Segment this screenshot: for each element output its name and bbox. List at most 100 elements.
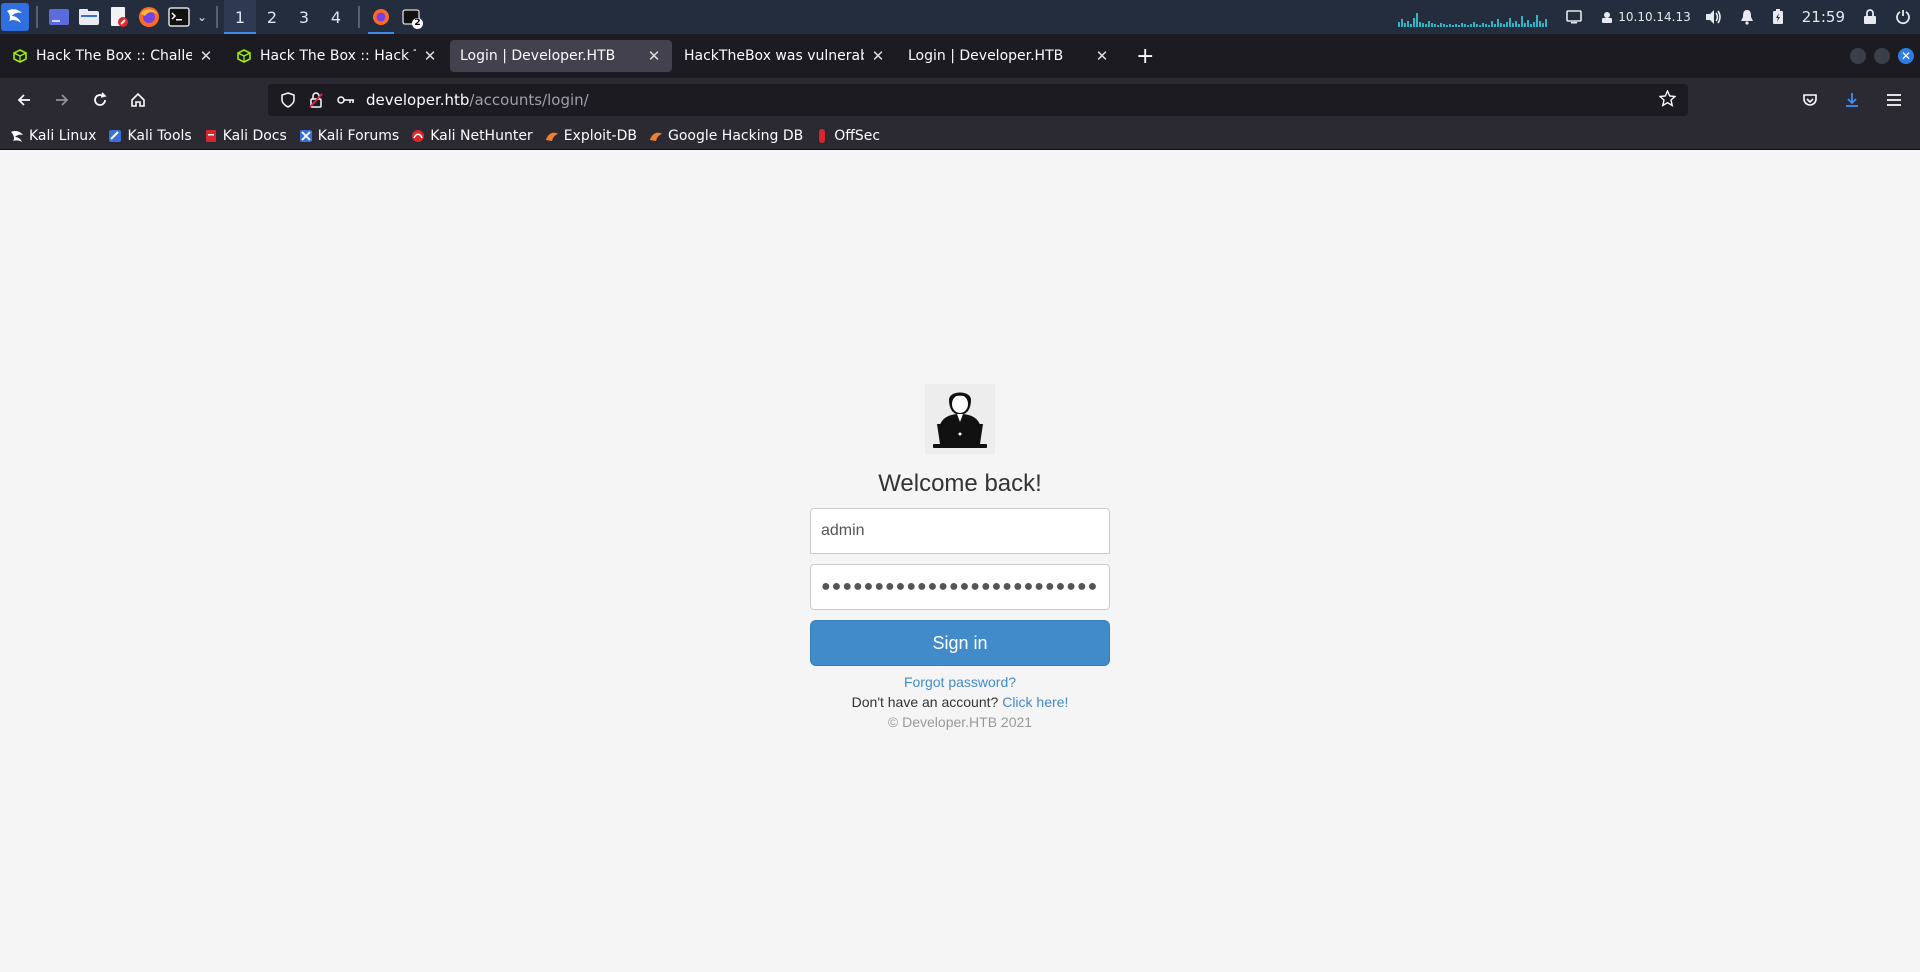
desktop-icon — [49, 9, 69, 25]
minimize-window-button[interactable] — [1850, 48, 1866, 64]
folder-icon — [79, 9, 99, 25]
taskbar-firefox-window[interactable] — [366, 0, 396, 34]
display-button[interactable] — [1557, 0, 1591, 34]
bookmark-kali-forums[interactable]: Kali Forums — [299, 128, 399, 144]
workspace-4-button[interactable]: 4 — [320, 0, 352, 34]
workspace-label: 3 — [298, 7, 310, 27]
reload-icon — [94, 92, 107, 106]
firefox-icon — [373, 9, 389, 25]
user-at-laptop-icon — [925, 384, 995, 454]
bookmark-google-hacking-db[interactable]: Google Hacking DB — [649, 128, 803, 144]
bookmark-label: Kali Docs — [222, 127, 287, 144]
bookmark-kali-docs[interactable]: Kali Docs — [204, 128, 287, 144]
file-manager-button[interactable] — [74, 0, 104, 34]
bookmark-exploit-db[interactable]: Exploit-DB — [545, 128, 637, 144]
tab-title: Hack The Box :: Hack The B — [260, 48, 416, 64]
terminal-launcher-button[interactable] — [164, 0, 194, 34]
arrow-right-icon — [56, 94, 69, 106]
bookmarks-toolbar: Kali Linux Kali Tools Kali Docs Kali For… — [0, 122, 1920, 150]
key-icon[interactable] — [334, 94, 358, 106]
exploit-db-icon — [649, 129, 663, 143]
tab-developer-login-active[interactable]: Login | Developer.HTB ✕ — [450, 40, 672, 72]
workspace-2-button[interactable]: 2 — [256, 0, 288, 34]
htb-cube-icon — [236, 48, 252, 64]
tab-title: HackTheBox was vulnerable t — [684, 48, 864, 64]
bookmark-kali-nethunter[interactable]: Kali NetHunter — [411, 128, 533, 144]
insecure-lock-icon[interactable] — [304, 92, 328, 108]
page-viewport: Welcome back! Sign in Forgot password? D… — [0, 151, 1920, 972]
close-tab-icon[interactable]: ✕ — [198, 47, 214, 65]
workspace-label: 1 — [234, 7, 246, 27]
battery-indicator[interactable] — [1763, 0, 1793, 34]
bookmark-label: Kali Forums — [317, 127, 400, 144]
vpn-ip-text: 10.10.14.13 — [1618, 10, 1691, 24]
display-icon — [1566, 10, 1583, 24]
clock[interactable]: 21:59 — [1793, 0, 1854, 34]
system-tray: 10.10.14.13 21:59 — [1398, 0, 1920, 34]
workspace-3-button[interactable]: 3 — [288, 0, 320, 34]
kali-docs-icon — [204, 129, 218, 143]
close-tab-icon[interactable]: ✕ — [646, 47, 662, 65]
bookmark-kali-linux[interactable]: Kali Linux — [10, 128, 96, 144]
app-menu-button[interactable] — [1878, 84, 1910, 116]
taskbar-terminal-window[interactable]: 2 — [396, 0, 426, 34]
tab-htb-challenges[interactable]: Hack The Box :: Challenge ✕ — [2, 40, 224, 72]
show-desktop-button[interactable] — [44, 0, 74, 34]
maximize-window-button[interactable] — [1874, 48, 1890, 64]
copyright-text: © Developer.HTB 2021 — [887, 714, 1033, 730]
panel-separator — [216, 6, 218, 28]
signup-link[interactable]: Click here! — [1002, 694, 1068, 710]
text-editor-button[interactable] — [104, 0, 134, 34]
volume-button[interactable] — [1695, 0, 1731, 34]
terminal-icon — [168, 7, 190, 27]
toolbar-right-buttons — [1794, 84, 1910, 116]
bookmark-star-icon[interactable] — [1658, 89, 1677, 111]
tab-developer-login[interactable]: Login | Developer.HTB ✕ — [898, 40, 1120, 72]
forgot-password-link[interactable]: Forgot password? — [810, 674, 1110, 690]
vpn-indicator[interactable]: 10.10.14.13 — [1591, 0, 1695, 34]
lock-screen-button[interactable] — [1854, 0, 1886, 34]
bookmark-label: Kali Linux — [29, 127, 97, 144]
close-window-button[interactable]: ✕ — [1898, 48, 1914, 64]
home-button[interactable] — [122, 84, 154, 116]
password-input[interactable] — [810, 564, 1110, 610]
bookmark-label: Exploit-DB — [563, 127, 637, 144]
kali-menu-button[interactable] — [0, 0, 30, 34]
offsec-icon — [815, 128, 829, 143]
close-tab-icon[interactable]: ✕ — [422, 47, 438, 65]
tab-htb-machines[interactable]: Hack The Box :: Hack The B ✕ — [226, 40, 448, 72]
url-path-text: /accounts/login/ — [469, 91, 589, 109]
address-bar[interactable]: developer.htb/accounts/login/ — [268, 84, 1688, 116]
tab-htb-vulnerable[interactable]: HackTheBox was vulnerable t ✕ — [674, 40, 896, 72]
battery-charging-icon — [1772, 9, 1783, 24]
pocket-button[interactable] — [1794, 84, 1826, 116]
no-account-text: Don't have an account? — [851, 694, 999, 710]
notifications-button[interactable] — [1731, 0, 1763, 34]
reload-button[interactable] — [84, 84, 116, 116]
sign-in-button[interactable]: Sign in — [810, 620, 1110, 666]
back-button[interactable] — [8, 84, 40, 116]
close-tab-icon[interactable]: ✕ — [870, 47, 886, 65]
workspace-label: 4 — [330, 7, 342, 27]
username-input[interactable] — [810, 508, 1110, 554]
logout-button[interactable] — [1886, 0, 1920, 34]
workspace-1-button[interactable]: 1 — [224, 0, 256, 34]
firefox-launcher-button[interactable] — [134, 0, 164, 34]
close-tab-icon[interactable]: ✕ — [1094, 47, 1110, 65]
htb-cube-icon — [12, 48, 28, 64]
kali-tools-icon — [108, 129, 122, 143]
launcher-dropdown-button[interactable]: ⌄ — [194, 0, 210, 34]
tracking-protection-shield-icon[interactable] — [276, 92, 300, 108]
forward-button[interactable] — [46, 84, 78, 116]
bookmark-offsec[interactable]: OffSec — [815, 128, 880, 144]
kali-forums-icon — [299, 129, 313, 143]
window-controls: ✕ — [1850, 48, 1914, 64]
pocket-icon — [1803, 94, 1817, 106]
bookmark-kali-tools[interactable]: Kali Tools — [108, 128, 192, 144]
login-form: Welcome back! Sign in Forgot password? D… — [810, 384, 1110, 730]
downloads-button[interactable] — [1836, 84, 1868, 116]
bell-icon — [1740, 10, 1753, 25]
window-count-badge: 2 — [412, 18, 423, 29]
nethunter-icon — [411, 129, 425, 143]
new-tab-button[interactable]: + — [1136, 44, 1154, 69]
